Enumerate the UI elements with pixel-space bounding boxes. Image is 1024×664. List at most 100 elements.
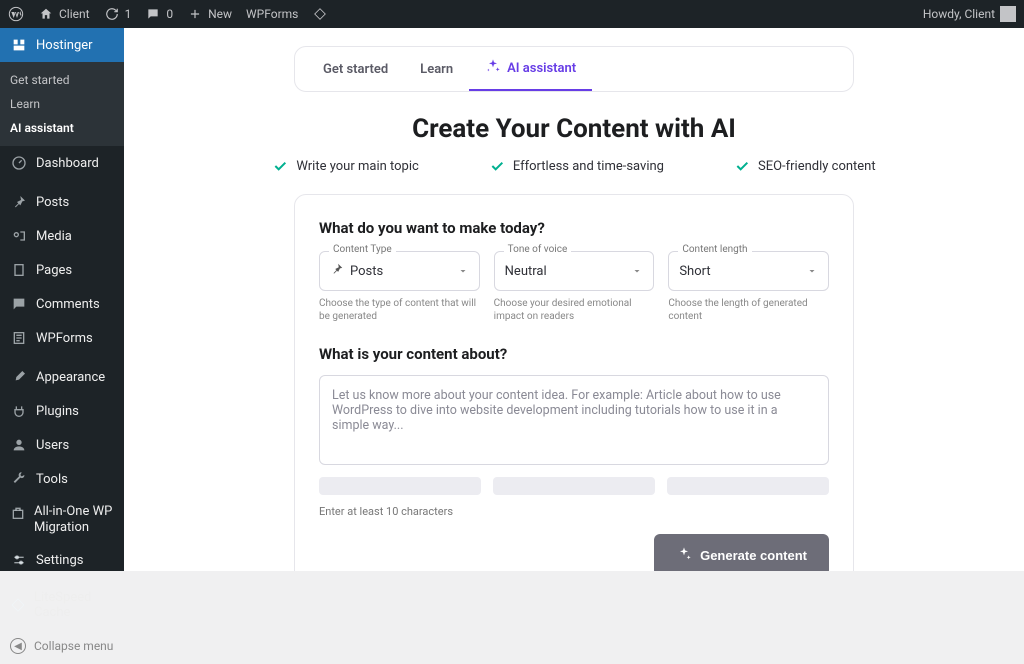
site-name-link[interactable]: Client [38, 6, 90, 22]
sidebar-item-tools[interactable]: Tools [0, 462, 124, 496]
check-icon [734, 158, 750, 174]
comment-icon [145, 6, 161, 22]
sidebar-item-users[interactable]: Users [0, 428, 124, 462]
update-icon [104, 6, 120, 22]
content-idea-textarea[interactable]: Let us know more about your content idea… [319, 375, 829, 465]
length-field: Content length Short Choose the length o… [668, 251, 829, 323]
new-content-link[interactable]: New [187, 6, 232, 22]
tone-select[interactable]: Neutral [494, 251, 655, 291]
tab-label: Get started [323, 62, 388, 77]
check-item: Write your main topic [272, 158, 418, 174]
wpforms-text: WPForms [246, 7, 298, 21]
sidebar-item-plugins[interactable]: Plugins [0, 394, 124, 428]
chevron-down-icon [806, 265, 818, 277]
length-select[interactable]: Short [668, 251, 829, 291]
sliders-icon [10, 551, 28, 569]
brush-icon [10, 368, 28, 386]
document-icon [10, 329, 28, 347]
tab-learn[interactable]: Learn [404, 47, 469, 91]
check-text: Write your main topic [296, 159, 418, 174]
sidebar-item-label: Settings [36, 553, 83, 568]
select-value: Neutral [505, 264, 547, 279]
updates-count: 1 [125, 7, 132, 21]
sidebar-item-posts[interactable]: Posts [0, 185, 124, 219]
comments-link[interactable]: 0 [145, 6, 173, 22]
generate-content-button[interactable]: Generate content [654, 534, 829, 571]
sidebar-item-comments[interactable]: Comments [0, 287, 124, 321]
sidebar-item-wpforms[interactable]: WPForms [0, 321, 124, 355]
field-label: Content Type [329, 244, 396, 255]
tabs-card: Get started Learn AI assistant [294, 46, 854, 92]
hostinger-icon [10, 36, 28, 54]
skeleton [319, 477, 481, 495]
wp-logo[interactable] [8, 6, 24, 22]
chevron-down-icon [631, 265, 643, 277]
feature-checks: Write your main topic Effortless and tim… [124, 158, 1024, 174]
page-title: Create Your Content with AI [124, 114, 1024, 144]
suggestion-skeletons [319, 477, 829, 495]
sidebar-item-label: Media [36, 229, 72, 244]
home-icon [38, 6, 54, 22]
sidebar-item-label: Hostinger [36, 38, 93, 53]
sidebar-item-label: Tools [36, 472, 68, 487]
site-name-text: Client [59, 7, 90, 21]
sidebar-item-media[interactable]: Media [0, 219, 124, 253]
content-type-field: Content Type Posts Choose the type of co… [319, 251, 480, 323]
skeleton [667, 477, 829, 495]
field-hint: Choose the type of content that will be … [319, 297, 480, 323]
sidebar-sub-get-started[interactable]: Get started [0, 68, 124, 92]
account-link[interactable]: Howdy, Client [923, 6, 1016, 22]
sidebar-item-label: All-in-One WP Migration [34, 504, 114, 535]
button-label: Generate content [700, 548, 807, 563]
select-value: Posts [350, 264, 383, 279]
sidebar-item-label: Plugins [36, 404, 79, 419]
sidebar-sub-ai-assistant[interactable]: AI assistant [0, 116, 124, 140]
skeleton [493, 477, 655, 495]
sidebar-item-hostinger[interactable]: Hostinger [0, 28, 124, 62]
sparkle-icon [676, 546, 692, 565]
box-icon [10, 504, 26, 522]
sidebar-item-label: Posts [36, 195, 69, 210]
wpforms-link[interactable]: WPForms [246, 7, 298, 21]
sidebar-item-label: Appearance [36, 370, 105, 385]
sidebar-item-label: Comments [36, 297, 100, 312]
sidebar-item-appearance[interactable]: Appearance [0, 360, 124, 394]
sidebar-item-litespeed[interactable]: LiteSpeed Cache [0, 582, 124, 628]
plug-icon [10, 402, 28, 420]
field-hint: Choose the length of generated content [668, 297, 829, 323]
sidebar-item-dashboard[interactable]: Dashboard [0, 146, 124, 180]
pin-icon [10, 193, 28, 211]
media-icon [10, 227, 28, 245]
form-card: What do you want to make today? Content … [294, 194, 854, 571]
tab-ai-assistant[interactable]: AI assistant [469, 47, 592, 91]
user-icon [10, 436, 28, 454]
sidebar-item-settings[interactable]: Settings [0, 543, 124, 577]
page-icon [10, 261, 28, 279]
sidebar-item-label: Pages [36, 263, 72, 278]
litespeed-icon-link[interactable] [312, 6, 328, 22]
sidebar-item-aio-migration[interactable]: All-in-One WP Migration [0, 496, 124, 543]
collapse-menu[interactable]: ◀ Collapse menu [0, 628, 124, 664]
sidebar-item-label: Dashboard [36, 156, 99, 171]
comment-icon [10, 295, 28, 313]
check-text: Effortless and time-saving [513, 159, 664, 174]
char-counter: Enter at least 10 characters [319, 505, 829, 518]
sidebar-item-label: LiteSpeed Cache [34, 590, 114, 620]
diamond-icon [312, 6, 328, 22]
chevron-down-icon [457, 265, 469, 277]
check-item: SEO-friendly content [734, 158, 876, 174]
collapse-label: Collapse menu [34, 639, 113, 653]
comments-count: 0 [166, 7, 173, 21]
sparkle-icon [485, 58, 501, 78]
tab-get-started[interactable]: Get started [307, 47, 404, 91]
tab-label: AI assistant [507, 61, 576, 76]
sidebar-item-label: Users [36, 438, 69, 453]
sidebar-item-label: WPForms [36, 331, 93, 346]
pin-icon [330, 262, 344, 280]
updates-link[interactable]: 1 [104, 6, 132, 22]
sidebar-sub-learn[interactable]: Learn [0, 92, 124, 116]
content-type-select[interactable]: Posts [319, 251, 480, 291]
sidebar-item-pages[interactable]: Pages [0, 253, 124, 287]
tab-label: Learn [420, 62, 453, 77]
diamond-icon [10, 596, 26, 614]
